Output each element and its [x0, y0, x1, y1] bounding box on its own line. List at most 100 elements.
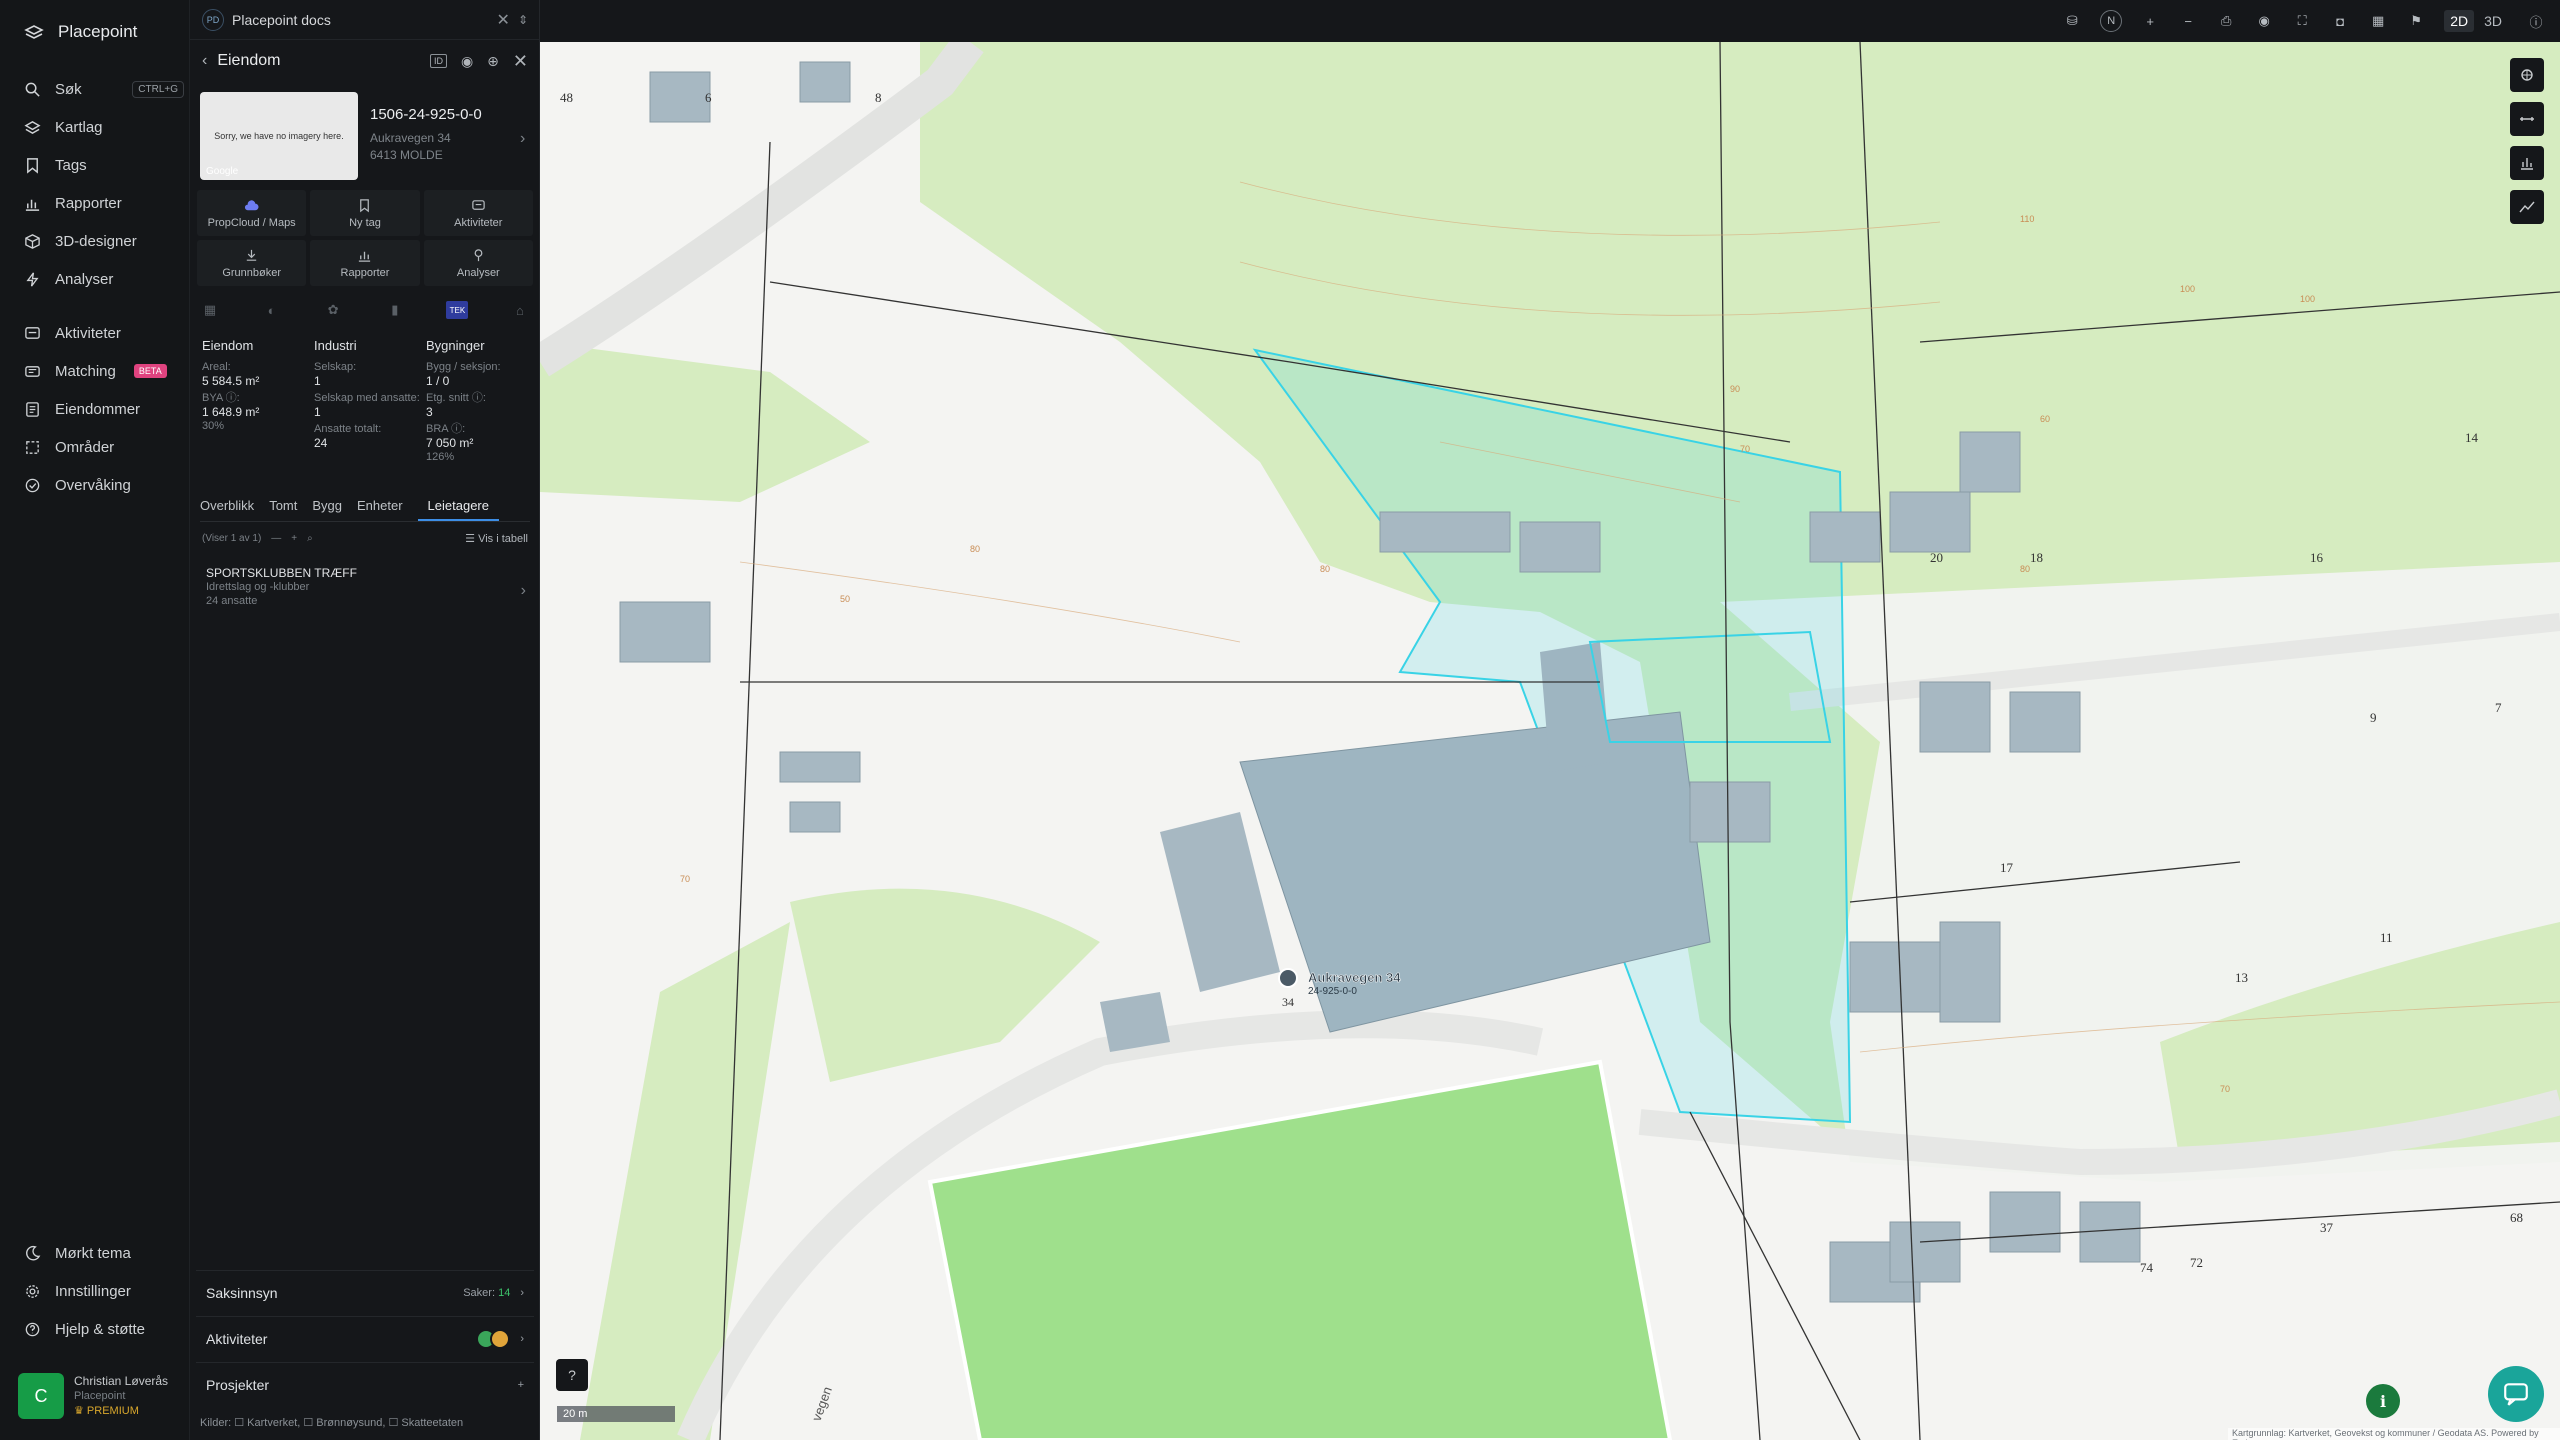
lightning-icon [26, 271, 39, 287]
new-tag-button[interactable]: Ny tag [310, 190, 420, 236]
bookmark-icon[interactable]: ⚑ [2406, 11, 2426, 31]
stats-bygninger: Bygninger Bygg / seksjon: 1 / 0 Etg. sni… [426, 338, 532, 463]
mode-2d-button[interactable]: 2D [2444, 10, 2475, 32]
activities-button[interactable]: Aktiviteter [423, 190, 533, 236]
nav-item-help[interactable]: Hjelp & støtte [24, 1316, 184, 1342]
nav-item-search[interactable]: Søk CTRL+G [24, 76, 184, 102]
nav-item-analyser[interactable]: Analyser [24, 266, 184, 292]
house-number: 6 [705, 90, 712, 105]
tab-tomt[interactable]: Tomt [269, 498, 306, 521]
zoom-in-icon[interactable]: + [2140, 11, 2160, 31]
mode-3d-button[interactable]: 3D [2478, 10, 2508, 32]
search-icon[interactable]: ⌕ [307, 533, 313, 544]
stat-value: 3 [426, 405, 433, 419]
building-list-icon [26, 401, 39, 417]
docs-title[interactable]: Placepoint docs [232, 12, 331, 28]
brand[interactable]: Placepoint [24, 22, 137, 42]
nav-item-overvaking[interactable]: Overvåking [24, 472, 184, 498]
list-item[interactable]: SPORTSKLUBBEN TRÆFF Idrettslag og -klubb… [206, 566, 526, 608]
signal-icon[interactable]: ▮ [385, 300, 405, 320]
contour-label: 90 [1730, 384, 1740, 394]
collapse-icon[interactable]: — [271, 533, 281, 544]
stat-value: 1 / 0 [426, 374, 450, 388]
nav-item-3d-designer[interactable]: 3D-designer [24, 228, 184, 254]
nav-item-settings[interactable]: Innstillinger [24, 1278, 184, 1304]
tab-leietagere[interactable]: Leietagere [417, 498, 499, 521]
building [1809, 511, 1881, 563]
table-view-button[interactable]: ☰ Vis i tabell [465, 532, 528, 545]
map-help-button[interactable]: ? [556, 1359, 588, 1391]
gear-icon [26, 1284, 39, 1298]
more-icon[interactable]: ⌂ [510, 300, 530, 320]
map-tool-profile[interactable] [2510, 190, 2544, 224]
contour-label: 100 [2180, 284, 2195, 294]
stat-label: Areal: [202, 361, 231, 373]
grid-icon[interactable]: ▦ [200, 300, 220, 320]
nav-item-rapporter[interactable]: Rapporter [24, 190, 184, 216]
close-panel-icon[interactable]: ✕ [513, 51, 528, 72]
reports-button[interactable]: Rapporter [310, 240, 420, 286]
print-icon[interactable]: ⎙ [2216, 11, 2236, 31]
crosshair-icon[interactable]: ⊕ [487, 53, 499, 70]
action-grid: PropCloud / Maps Ny tag Aktiviteter Grun… [197, 190, 533, 286]
info-button[interactable]: i [2366, 1384, 2400, 1418]
nav-item-tags[interactable]: Tags [24, 152, 184, 178]
aktiviteter-section[interactable]: Aktiviteter › [196, 1316, 534, 1360]
eye-icon[interactable]: ◉ [2254, 11, 2274, 31]
add-icon[interactable]: + [291, 533, 297, 544]
address-pin-icon[interactable] [1278, 968, 1298, 988]
nav-item-omrader[interactable]: Områder [24, 434, 184, 460]
zoom-out-icon[interactable]: − [2178, 11, 2198, 31]
nav-item-eiendommer[interactable]: Eiendommer [24, 396, 184, 422]
fullscreen-icon[interactable]: ⛶ [2292, 11, 2312, 31]
close-icon[interactable]: ✕ [497, 10, 510, 30]
layers-stack-icon[interactable]: ⛁ [2062, 11, 2082, 31]
section-title: Saksinnsyn [206, 1284, 278, 1301]
stat-value: 1 [314, 374, 321, 388]
map-tool-chart[interactable] [2510, 146, 2544, 180]
bookmark-icon [27, 157, 38, 174]
nav-item-matching[interactable]: Matching BETA [24, 358, 184, 384]
stat-sub: 126% [426, 451, 455, 463]
tab-enheter[interactable]: Enheter [357, 498, 412, 521]
grid-icon[interactable]: ▦ [2368, 11, 2388, 31]
map-tool-layers[interactable] [2510, 58, 2544, 92]
propcloud-button[interactable]: PropCloud / Maps [197, 190, 307, 236]
chevron-updown-icon[interactable]: ⇕ [518, 13, 528, 27]
map-svg[interactable]: 48 6 8 20 18 16 14 9 7 17 11 13 37 68 74… [540, 42, 2560, 1440]
address-line-2: 6413 MOLDE [370, 148, 443, 162]
map-tool-measure[interactable] [2510, 102, 2544, 136]
nav-item-kartlag[interactable]: Kartlag [24, 114, 184, 140]
add-icon[interactable]: + [518, 1379, 524, 1391]
globe-icon[interactable]: ◐ [262, 300, 282, 320]
analyses-button[interactable]: Analyser [423, 240, 533, 286]
tek-badge[interactable]: TEK [446, 301, 469, 319]
user-profile[interactable]: C Christian Løverås Placepoint ♛ PREMIUM [18, 1370, 178, 1422]
plant-icon[interactable]: ✿ [323, 300, 343, 320]
stat-label: Ansatte totalt: [314, 423, 382, 435]
chat-button[interactable] [2488, 1366, 2544, 1422]
nav-item-aktiviteter[interactable]: Aktiviteter [24, 320, 184, 346]
bookmark-icon [360, 198, 370, 212]
action-label: Aktiviteter [454, 216, 503, 229]
tab-bygg[interactable]: Bygg [312, 498, 351, 521]
saksinnsyn-section[interactable]: Saksinnsyn Saker: 14 › [196, 1270, 534, 1314]
id-card-icon[interactable]: ID [429, 54, 447, 68]
grunnboker-button[interactable]: Grunnbøker [197, 240, 307, 286]
chat-icon [472, 199, 485, 210]
house-number: 11 [2380, 930, 2393, 945]
back-icon[interactable]: ‹ [202, 52, 207, 70]
nav-item-dark-theme[interactable]: Mørkt tema [24, 1240, 184, 1266]
contour-label: 100 [2300, 294, 2315, 304]
avatar [490, 1328, 511, 1349]
chevron-right-icon[interactable]: › [520, 130, 525, 148]
prosjekter-section[interactable]: Prosjekter + [196, 1362, 534, 1406]
north-compass[interactable]: N [2100, 10, 2123, 32]
map-canvas[interactable]: 48 6 8 20 18 16 14 9 7 17 11 13 37 68 74… [540, 42, 2560, 1440]
contour-label: 110 [2020, 214, 2034, 224]
tab-overblikk[interactable]: Overblikk [200, 498, 263, 521]
header-actions: ID ◉ ⊕ ✕ [429, 51, 528, 72]
camera-icon[interactable]: ◘ [2330, 11, 2350, 31]
info-icon[interactable]: ⓘ [2526, 11, 2546, 31]
eye-icon[interactable]: ◉ [461, 53, 473, 70]
